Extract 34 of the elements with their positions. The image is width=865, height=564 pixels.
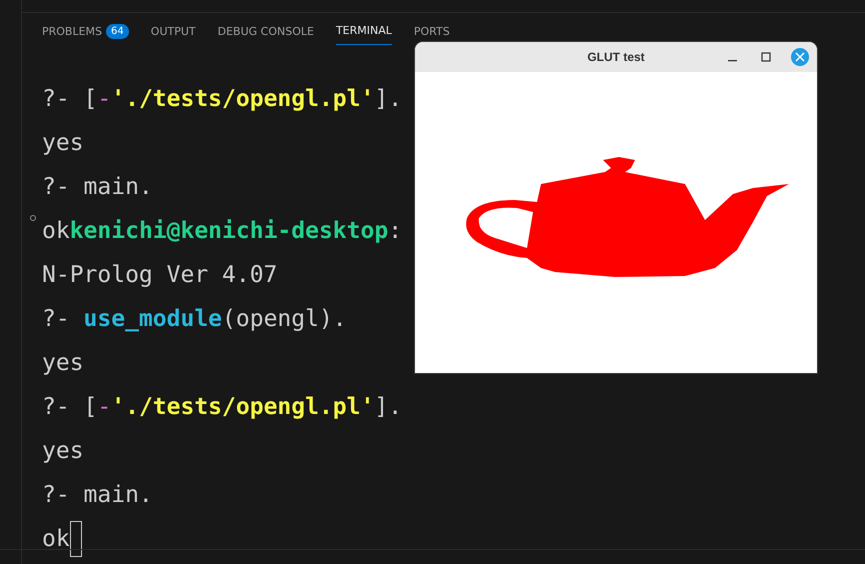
close-icon xyxy=(795,52,805,62)
maximize-icon xyxy=(761,52,771,62)
terminal-text: ok xyxy=(42,525,70,554)
window-title: GLUT test xyxy=(587,50,645,64)
terminal-text: ?- [ xyxy=(42,85,98,114)
terminal-text: N-Prolog Ver 4.07 xyxy=(42,261,278,290)
panel-tab[interactable]: OUTPUT xyxy=(150,21,196,45)
terminal-text: - xyxy=(97,393,112,422)
terminal-text: use_module xyxy=(84,305,222,334)
command-status-icon xyxy=(30,215,36,221)
terminal-text: yes xyxy=(42,349,84,378)
terminal-text: yes xyxy=(42,437,84,466)
panel-tab[interactable]: PROBLEMS 64 xyxy=(42,21,129,45)
terminal-text: ok xyxy=(42,217,70,246)
terminal-text: ?- xyxy=(42,305,71,334)
count-badge: 64 xyxy=(106,24,129,38)
terminal-text: ]. xyxy=(374,85,402,114)
terminal-cursor xyxy=(70,521,82,557)
panel-tab[interactable]: DEBUG CONSOLE xyxy=(218,21,314,45)
terminal-text: ]. xyxy=(374,393,402,422)
panel-tab[interactable]: TERMINAL xyxy=(336,21,392,45)
terminal-text: : xyxy=(388,217,402,246)
terminal-text: ?- main. xyxy=(42,173,153,202)
terminal-text: ?- [ xyxy=(42,393,98,422)
terminal-text: './tests/opengl.pl' xyxy=(111,393,374,422)
terminal-text: (opengl). xyxy=(222,305,347,334)
terminal-text: yes xyxy=(42,129,84,158)
close-button[interactable] xyxy=(791,48,809,66)
panel-tab[interactable]: PORTS xyxy=(414,21,450,45)
terminal-text: ?- main. xyxy=(42,481,153,510)
terminal-text: kenichi@kenichi-desktop xyxy=(70,217,388,246)
terminal-text: - xyxy=(97,85,112,114)
terminal-text: './tests/opengl.pl' xyxy=(111,85,374,114)
minimize-icon xyxy=(728,60,736,62)
